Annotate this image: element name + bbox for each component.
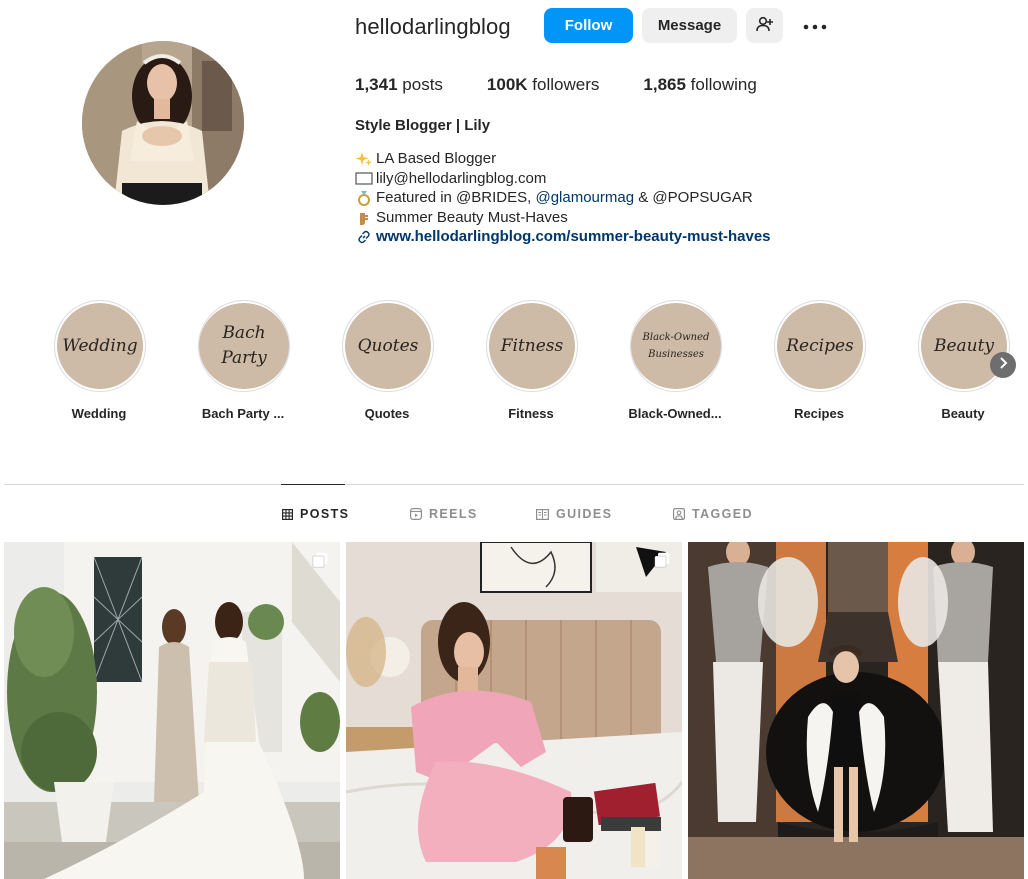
highlight-cover: Beauty bbox=[918, 300, 1010, 392]
highlight-cover-text: Wedding bbox=[57, 303, 143, 389]
followers-count: 100K bbox=[486, 75, 528, 94]
follow-button[interactable]: Follow bbox=[544, 8, 633, 43]
post-thumbnail-party[interactable] bbox=[688, 542, 1024, 879]
highlight-cover-text: Bach Party bbox=[199, 303, 289, 389]
reels-icon bbox=[410, 508, 422, 520]
profile-stats: 1,341 posts 100K followers 1,865 followi… bbox=[355, 75, 801, 95]
highlight-label: Wedding bbox=[71, 406, 127, 421]
link-icon bbox=[355, 229, 373, 245]
highlight-cover: Recipes bbox=[774, 300, 866, 392]
following-label: following bbox=[690, 75, 757, 94]
post-thumbnail-wedding[interactable] bbox=[4, 542, 340, 879]
profile-username: hellodarlingblog bbox=[355, 14, 511, 39]
tab-tagged[interactable]: TAGGED bbox=[673, 506, 753, 522]
active-tab-indicator bbox=[281, 484, 345, 485]
bio-email-text: lily@hellodarlingblog.com bbox=[376, 169, 547, 187]
highlight-label: Recipes bbox=[794, 406, 844, 421]
guides-icon bbox=[536, 508, 549, 520]
highlight-cover-text: Black-Owned Businesses bbox=[631, 303, 721, 389]
carousel-icon bbox=[312, 552, 328, 568]
highlight-cover: Quotes bbox=[342, 300, 434, 392]
highlight-label: Black-Owned... bbox=[628, 406, 722, 421]
highlight-label: Beauty bbox=[941, 406, 985, 421]
bio-line-featured: Featured in @BRIDES, @glamourmag & @POPS… bbox=[355, 188, 771, 208]
highlight-label: Bach Party ... bbox=[201, 406, 285, 421]
bio-mention-glamourmag[interactable]: @glamourmag bbox=[535, 188, 634, 208]
tab-guides[interactable]: GUIDES bbox=[536, 506, 612, 522]
highlights-next-button[interactable] bbox=[990, 352, 1016, 378]
following-count: 1,865 bbox=[643, 75, 686, 94]
chevron-right-icon bbox=[998, 356, 1008, 374]
tab-reels[interactable]: REELS bbox=[410, 506, 478, 522]
highlight-cover: Bach Party bbox=[198, 300, 290, 392]
bio-featured-suffix: & @POPSUGAR bbox=[634, 189, 753, 207]
tagged-user-icon bbox=[673, 508, 685, 520]
highlight-cover: Fitness bbox=[486, 300, 578, 392]
bio-line-link[interactable]: www.hellodarlingblog.com/summer-beauty-m… bbox=[355, 227, 771, 247]
bio-location-text: LA Based Blogger bbox=[376, 150, 497, 167]
bio-line-promo: Summer Beauty Must-Haves bbox=[355, 208, 771, 228]
sparkle-emoji-icon bbox=[355, 151, 373, 167]
envelope-emoji-icon bbox=[355, 170, 373, 186]
profile-bio: LA Based Blogger lily@hellodarlingblog.c… bbox=[355, 149, 771, 247]
highlight-cover: Black-Owned Businesses bbox=[630, 300, 722, 392]
bio-website-link[interactable]: www.hellodarlingblog.com/summer-beauty-m… bbox=[376, 227, 771, 247]
tab-tagged-label: TAGGED bbox=[692, 507, 753, 521]
highlight-cover-text: Beauty bbox=[921, 303, 1007, 389]
pointing-hand-emoji-icon bbox=[355, 210, 373, 226]
profile-full-name: Style Blogger | Lily bbox=[355, 117, 491, 134]
tabs-divider bbox=[4, 484, 1024, 485]
suggest-user-button[interactable] bbox=[746, 8, 783, 43]
followers-stat[interactable]: 100K followers bbox=[487, 75, 599, 95]
post-thumbnail-beauty[interactable] bbox=[346, 542, 682, 879]
following-stat[interactable]: 1,865 following bbox=[643, 75, 756, 95]
highlight-label: Quotes bbox=[364, 406, 410, 421]
highlight-label: Fitness bbox=[508, 406, 554, 421]
add-user-icon bbox=[755, 16, 774, 36]
message-button[interactable]: Message bbox=[642, 8, 737, 43]
highlight-cover-text: Quotes bbox=[345, 303, 431, 389]
grid-icon bbox=[282, 508, 293, 520]
more-options-button[interactable] bbox=[797, 8, 833, 43]
followers-label: followers bbox=[532, 75, 600, 94]
bio-featured-prefix: Featured in @BRIDES, bbox=[376, 189, 536, 207]
posts-label: posts bbox=[402, 75, 443, 94]
carousel-icon bbox=[654, 552, 670, 568]
tab-posts[interactable]: POSTS bbox=[282, 506, 349, 522]
highlight-cover: Wedding bbox=[54, 300, 146, 392]
ring-emoji-icon bbox=[355, 190, 373, 206]
more-options-icon bbox=[803, 17, 827, 34]
bio-line-email: lily@hellodarlingblog.com bbox=[355, 169, 771, 189]
tab-reels-label: REELS bbox=[429, 507, 478, 521]
posts-stat: 1,341 posts bbox=[355, 75, 443, 95]
bio-line-location: LA Based Blogger bbox=[355, 149, 771, 169]
tab-posts-label: POSTS bbox=[300, 507, 350, 521]
tab-guides-label: GUIDES bbox=[556, 507, 613, 521]
story-highlights: Wedding Wedding Bach Party Bach Party ..… bbox=[0, 300, 1028, 430]
highlight-cover-text: Fitness bbox=[489, 303, 575, 389]
posts-count: 1,341 bbox=[355, 75, 398, 94]
profile-avatar[interactable] bbox=[82, 41, 244, 205]
highlight-cover-text: Recipes bbox=[777, 303, 863, 389]
bio-promo-text: Summer Beauty Must-Haves bbox=[376, 208, 568, 226]
